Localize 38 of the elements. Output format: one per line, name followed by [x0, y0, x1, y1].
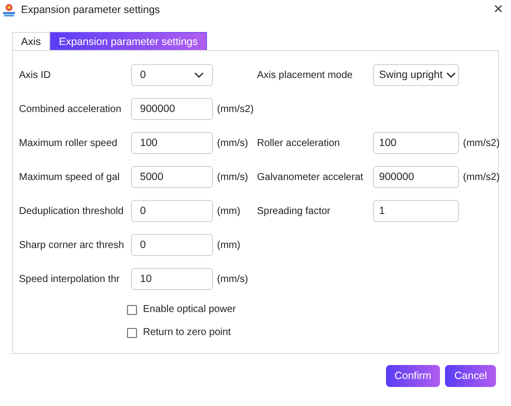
unit-label: (mm/s2) [463, 172, 499, 182]
field-label: Maximum roller speed [19, 138, 118, 148]
field-label: Axis ID [19, 70, 52, 80]
unit-label: (mm/s) [217, 138, 250, 148]
close-button[interactable]: × [490, 2, 507, 18]
field-label: Speed interpolation thr [19, 274, 121, 284]
checkbox-label: Enable optical power [143, 304, 236, 315]
dialog-button[interactable]: Confirm [386, 365, 440, 387]
tab[interactable]: Expansion parameter settings [50, 32, 207, 50]
field-label: Galvanometer accelerat [256, 172, 364, 182]
input-field[interactable]: 0 [131, 234, 213, 256]
field-label: Axis placement mode [256, 70, 354, 80]
input-field[interactable]: 100 [373, 132, 459, 154]
dialog-button[interactable]: Cancel [445, 365, 496, 387]
input-field[interactable]: 900000 [131, 98, 213, 120]
input-field[interactable]: 10 [131, 268, 213, 290]
unit-label: (mm) [217, 240, 242, 250]
input-field[interactable]: 0 [131, 200, 213, 222]
unit-label: (mm/s2) [463, 138, 499, 148]
checkbox-label: Return to zero point [143, 327, 231, 338]
unit-label: (mm) [217, 206, 242, 216]
unit-label: (mm/s2) [217, 104, 251, 114]
field-label: Combined acceleration [19, 104, 122, 114]
input-field[interactable]: 1 [373, 200, 459, 222]
input-field[interactable]: 5000 [131, 166, 213, 188]
dropdown[interactable]: 0 [131, 64, 213, 86]
field-label: Sharp corner arc thresh [19, 240, 126, 250]
unit-label: (mm/s) [217, 172, 250, 182]
field-label: Roller acceleration [256, 138, 341, 148]
unit-label: (mm/s) [217, 274, 250, 284]
input-field[interactable]: 900000 [373, 166, 459, 188]
field-label: Maximum speed of gal [19, 172, 121, 182]
window-title: Expansion parameter settings [21, 4, 161, 16]
input-field[interactable]: 100 [131, 132, 213, 154]
tab[interactable]: Axis [12, 32, 50, 50]
field-label: Deduplication threshold [19, 206, 125, 216]
dropdown[interactable]: Swing upright [373, 64, 459, 86]
field-label: Spreading factor [256, 206, 332, 216]
